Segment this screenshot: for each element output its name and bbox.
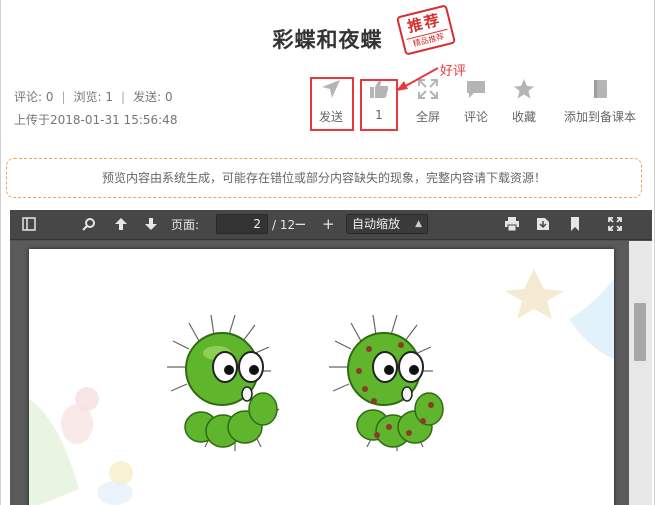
- book-icon: [594, 80, 607, 98]
- page-number-input[interactable]: [216, 214, 268, 234]
- add-to-lesson-book-button[interactable]: 添加到备课本: [560, 78, 640, 125]
- viewer-scrollbar-thumb[interactable]: [634, 303, 646, 361]
- sidebar-toggle-icon: [22, 217, 36, 231]
- viewer-toolbar: 页面: / 12 − + 自动缩放 ▲: [10, 210, 652, 240]
- caterpillar-left: [167, 314, 280, 451]
- sidebar-toggle-button[interactable]: [22, 217, 36, 233]
- star-icon: [514, 79, 534, 99]
- page-title: 彩蝶和夜蝶: [272, 28, 383, 52]
- pdf-viewer: 页面: / 12 − + 自动缩放 ▲: [10, 210, 652, 505]
- page-label: 页面:: [171, 218, 200, 232]
- page-total: / 12: [272, 218, 296, 232]
- comment-count: 评论: 0: [14, 90, 54, 104]
- meta-stats: 评论: 0 | 浏览: 1 | 发送: 0: [14, 90, 173, 104]
- arrow-up-icon: [115, 218, 127, 230]
- search-icon: [82, 218, 95, 231]
- add-to-lesson-book-label: 添加到备课本: [563, 110, 636, 124]
- upload-time: 上传于2018-01-31 15:56:48: [14, 113, 178, 127]
- zoom-in-button[interactable]: +: [322, 217, 335, 233]
- minus-icon: −: [294, 215, 307, 233]
- document-page: [29, 249, 614, 505]
- printer-icon: [505, 217, 519, 231]
- page-illustration: [29, 269, 614, 505]
- expand-icon: [608, 217, 622, 231]
- presentation-mode-button[interactable]: [608, 217, 622, 233]
- caterpillar-right: [329, 314, 444, 451]
- highlight-box-send: [310, 77, 354, 131]
- annotation-text: 好评: [440, 64, 467, 79]
- page-area[interactable]: [10, 241, 652, 505]
- updown-caret-icon: ▲: [415, 219, 422, 229]
- arrow-down-icon: [145, 218, 157, 230]
- zoom-select-value: 自动缩放: [352, 217, 401, 231]
- bookmark-button[interactable]: [569, 217, 581, 233]
- previous-page-button[interactable]: [114, 217, 128, 233]
- download-icon: [537, 218, 549, 230]
- view-count: 浏览: 1: [73, 90, 114, 104]
- annotation-arrow-icon: [396, 67, 439, 91]
- bookmark-icon: [571, 217, 579, 231]
- next-page-button[interactable]: [144, 217, 158, 233]
- viewer-scrollbar[interactable]: [629, 241, 652, 505]
- plus-icon: +: [322, 215, 335, 233]
- comment-icon: [467, 81, 485, 98]
- download-button[interactable]: [536, 217, 550, 233]
- favorite-label: 收藏: [511, 110, 536, 124]
- zoom-select[interactable]: 自动缩放 ▲: [346, 214, 428, 234]
- find-button[interactable]: [82, 217, 96, 233]
- preview-notice: 预览内容由系统生成，可能存在错位或部分内容缺失的现象，完整内容请下载资源！: [6, 158, 642, 198]
- favorite-button[interactable]: 收藏: [496, 78, 552, 125]
- print-button[interactable]: [504, 217, 520, 233]
- send-count: 发送: 0: [133, 90, 173, 104]
- zoom-out-button[interactable]: −: [294, 217, 307, 233]
